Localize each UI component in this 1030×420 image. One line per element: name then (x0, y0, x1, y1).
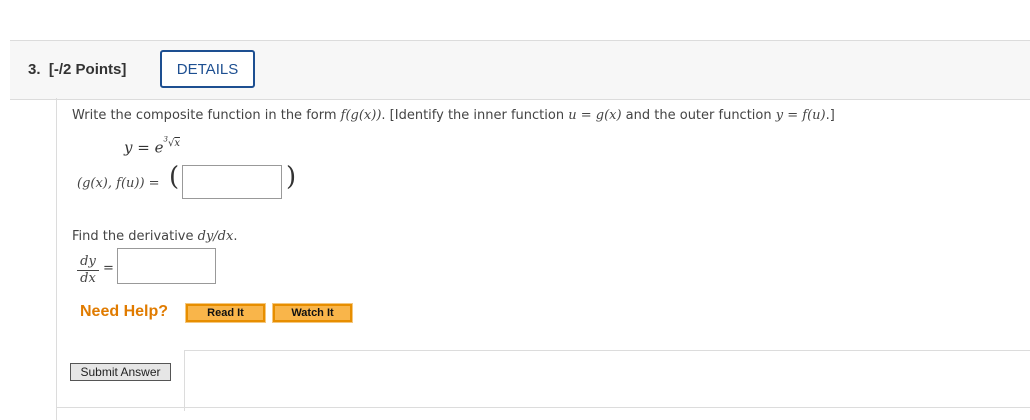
close-paren: ) (286, 162, 297, 192)
question-header: 3. [-/2 Points] DETAILS (10, 40, 1030, 100)
details-button[interactable]: DETAILS (160, 50, 255, 88)
open-paren: ( (169, 162, 180, 192)
watch-it-button[interactable]: Watch It (272, 303, 353, 323)
need-help-label: Need Help? (80, 303, 169, 320)
submit-answer-button[interactable]: Submit Answer (70, 363, 171, 381)
question-number: 3. [-/2 Points] (28, 61, 127, 78)
instructions: Write the composite function in the form… (72, 108, 835, 123)
composite-label: (g(x), f(u)) = (77, 176, 160, 191)
fraction-denominator: dx (80, 271, 96, 286)
submit-panel (184, 350, 1030, 411)
derivative-equals: = (103, 261, 114, 276)
fraction-numerator: dy (77, 254, 99, 271)
read-it-button[interactable]: Read It (185, 303, 266, 323)
points-label: [-/2 Points] (48, 61, 127, 78)
derivative-fraction: dy dx (77, 254, 99, 286)
derivative-answer-input[interactable] (117, 248, 216, 284)
composite-answer-input[interactable] (182, 165, 282, 199)
question-body: Write the composite function in the form… (56, 98, 1030, 420)
function-formula: y = e3√x (124, 136, 180, 157)
derivative-prompt: Find the derivative dy/dx. (72, 229, 238, 244)
